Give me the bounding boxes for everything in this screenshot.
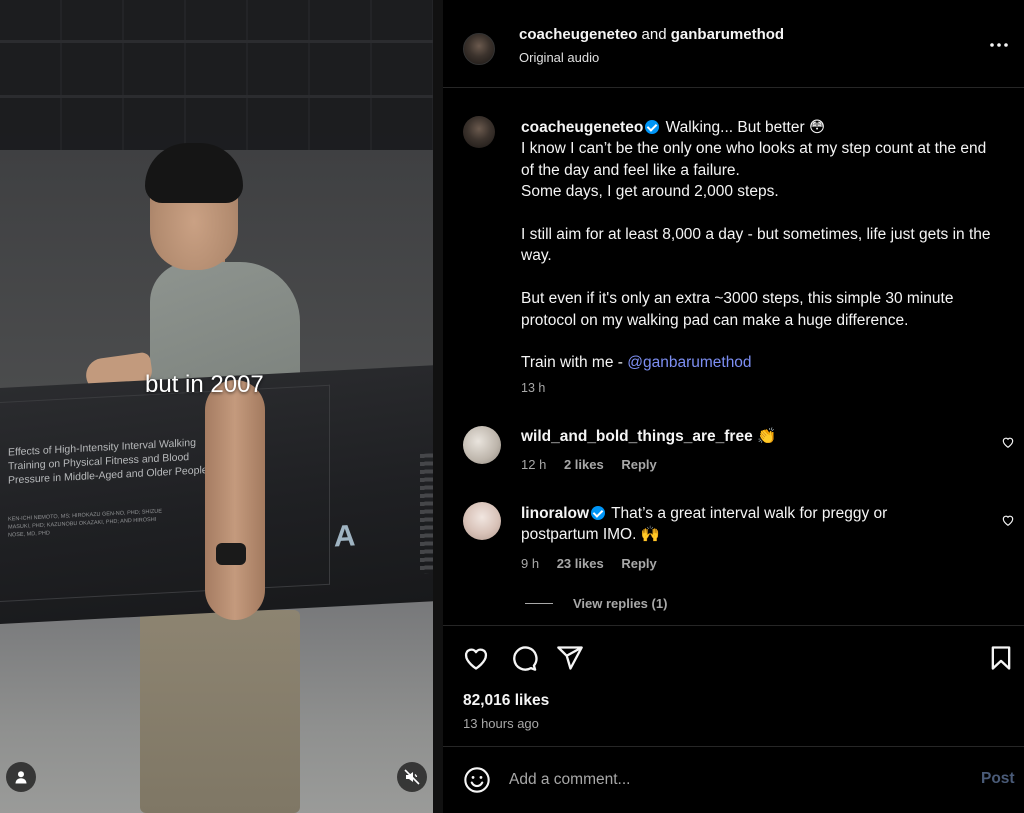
post-authors: coacheugeneteo and ganbarumethod	[519, 26, 784, 43]
emoji-icon[interactable]	[463, 766, 491, 794]
comment-input[interactable]	[509, 767, 949, 793]
caption-paragraph: But even if it's only an extra ~3000 ste…	[521, 290, 954, 329]
likes-count-link[interactable]: 82,016 likes	[463, 692, 549, 710]
save-bookmark-icon[interactable]	[987, 644, 1015, 672]
comment-likes-link[interactable]: 23 likes	[557, 556, 604, 571]
comment-time[interactable]: 9 h	[521, 556, 539, 571]
media-edge	[433, 0, 443, 813]
ceiling-beam	[0, 40, 443, 43]
caption-title-line: Walking... But better 😳	[665, 119, 826, 136]
user-icon	[15, 771, 27, 784]
avatar[interactable]	[463, 33, 495, 65]
verified-badge-icon	[591, 506, 606, 520]
comment-meta: 12 h 2 likes Reply	[521, 457, 671, 472]
add-comment-bar: Post	[443, 747, 1024, 813]
view-replies-label: View replies (1)	[573, 596, 668, 611]
coauthor-username-link[interactable]: ganbarumethod	[671, 26, 784, 43]
speaker-muted-icon	[404, 769, 420, 785]
reply-button[interactable]: Reply	[621, 556, 656, 571]
reply-button[interactable]: Reply	[621, 457, 656, 472]
more-options-icon[interactable]	[988, 38, 1010, 52]
post-details-panel: coacheugeneteo and ganbarumethod Origina…	[443, 0, 1024, 813]
caption-paragraph: I know I can’t be the only one who looks…	[521, 140, 987, 179]
reel-video[interactable]: Effects of High-Intensity Interval Walki…	[0, 0, 443, 813]
heart-icon[interactable]	[1001, 513, 1015, 527]
caption-cta: Train with me -	[521, 354, 628, 372]
verified-badge-icon	[645, 120, 660, 134]
mute-toggle-button[interactable]	[397, 762, 427, 792]
comment-username-link[interactable]: wild_and_bold_things_are_free	[521, 428, 753, 445]
tagged-users-button[interactable]	[6, 762, 36, 792]
comment-likes-link[interactable]: 2 likes	[564, 457, 604, 472]
audio-link[interactable]: Original audio	[519, 50, 599, 65]
caption-username-link[interactable]: coacheugeneteo	[521, 119, 643, 136]
share-icon[interactable]	[556, 644, 584, 672]
avatar[interactable]	[463, 502, 501, 540]
smartwatch	[216, 543, 246, 565]
avatar[interactable]	[463, 426, 501, 464]
like-heart-icon[interactable]	[462, 644, 490, 672]
author-username-link[interactable]: coacheugeneteo	[519, 26, 637, 43]
caption-paragraph: Some days, I get around 2,000 steps.	[521, 183, 779, 201]
replies-divider	[525, 603, 553, 604]
walking-pad-logo: A	[334, 519, 356, 554]
walking-pad-panel	[0, 384, 330, 602]
comment-meta: 9 h 23 likes Reply	[521, 556, 671, 571]
comment-text: linoralow That’s a great interval walk f…	[521, 503, 951, 546]
post-actions: 82,016 likes 13 hours ago	[443, 625, 1024, 747]
post-timestamp: 13 hours ago	[463, 716, 539, 731]
comment-body: 👏	[757, 428, 777, 445]
walking-pad-vents	[420, 453, 434, 574]
comment-text: wild_and_bold_things_are_free 👏	[521, 426, 951, 447]
ceiling-beam	[0, 95, 443, 98]
person-arm	[205, 380, 265, 620]
post-header: coacheugeneteo and ganbarumethod Origina…	[443, 0, 1024, 88]
heart-icon[interactable]	[1001, 435, 1015, 449]
caption-text: coacheugeneteo Walking... But better 😳 I…	[521, 117, 1001, 399]
person-pants	[140, 610, 300, 813]
view-replies-button[interactable]: View replies (1)	[525, 596, 667, 611]
post-comment-button[interactable]: Post	[981, 770, 1015, 788]
comment-username-link[interactable]: linoralow	[521, 505, 589, 522]
caption-paragraph: I still aim for at least 8,000 a day - b…	[521, 226, 991, 265]
mention-link[interactable]: @ganbarumethod	[627, 354, 751, 371]
caption-timestamp[interactable]: 13 h	[521, 378, 545, 399]
comment-time[interactable]: 12 h	[521, 457, 546, 472]
ceiling	[0, 0, 443, 150]
comment-icon[interactable]	[510, 644, 538, 672]
authors-conjunction: and	[641, 26, 667, 43]
video-text-overlay: but in 2007	[145, 371, 264, 398]
avatar[interactable]	[463, 116, 495, 148]
